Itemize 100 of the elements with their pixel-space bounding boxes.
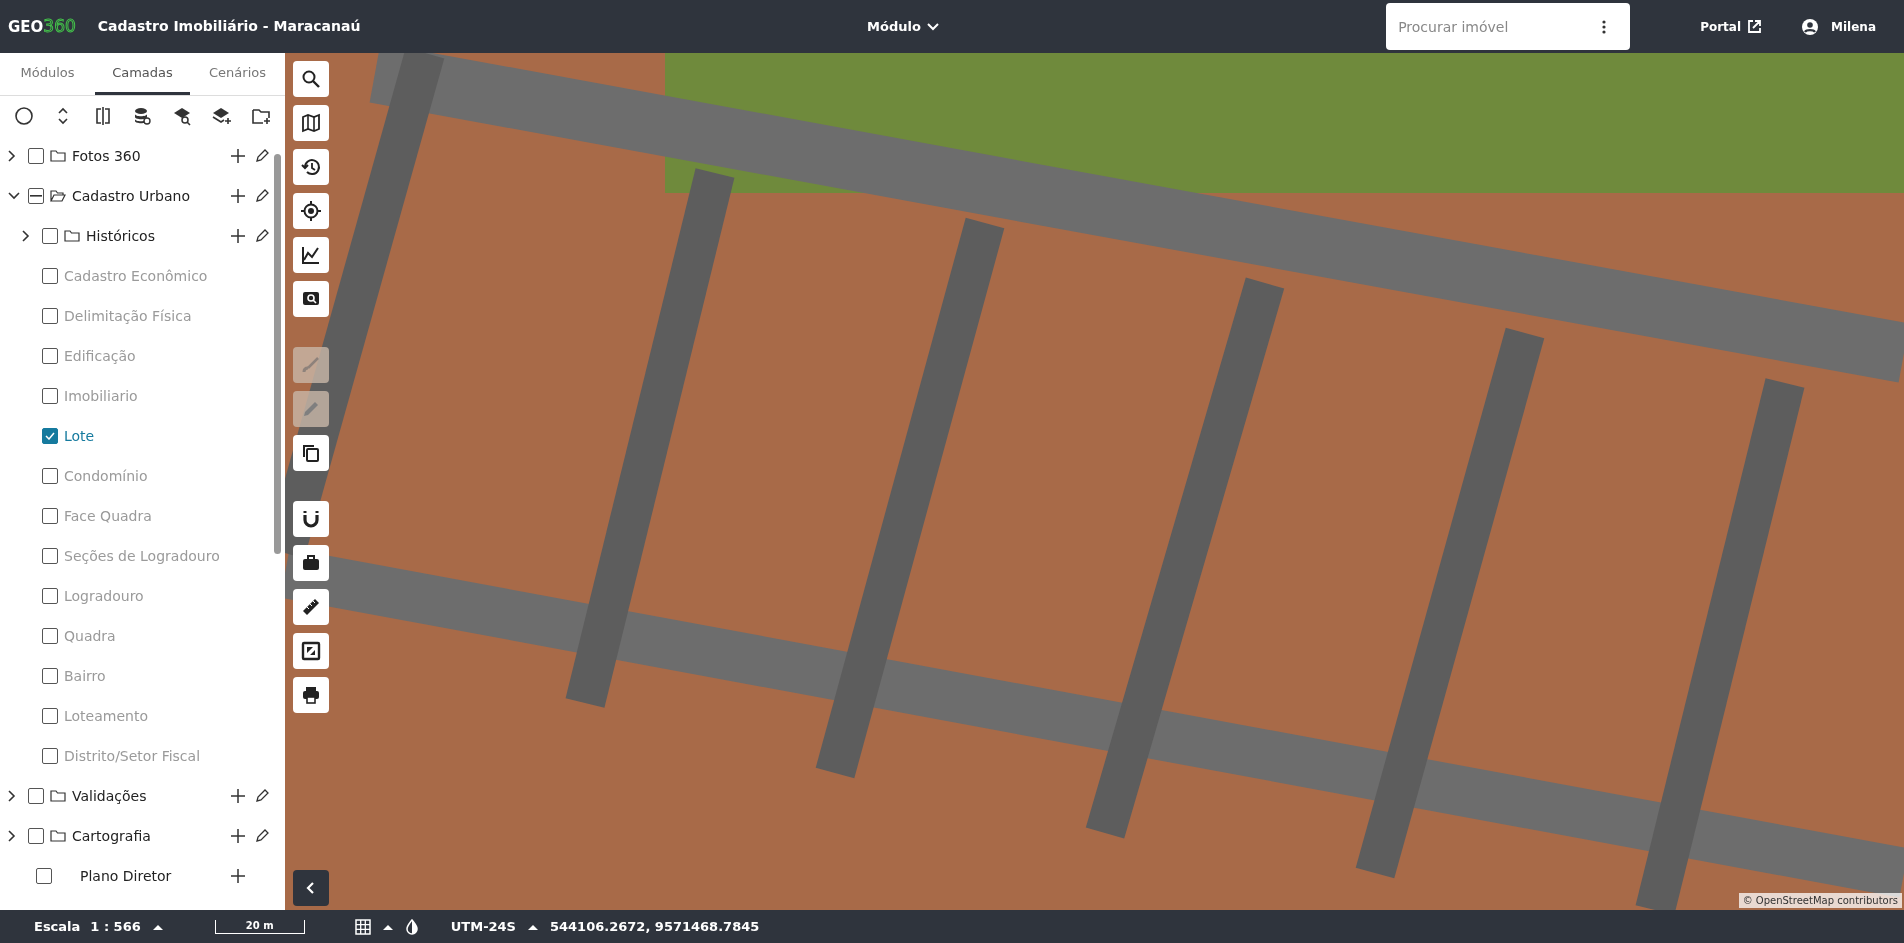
folder-add-icon[interactable] [251, 106, 272, 126]
checkbox[interactable] [28, 148, 44, 164]
add-icon[interactable] [231, 829, 245, 843]
layer-group-label[interactable]: Plano Diretor [58, 865, 223, 887]
edit-icon[interactable] [255, 229, 269, 243]
layer-label[interactable]: Cadastro Econômico [64, 265, 271, 287]
briefcase-icon [301, 553, 321, 573]
folder-icon [50, 149, 66, 163]
pencil-icon [301, 399, 321, 419]
search-field[interactable]: Procurar imóvel [1386, 3, 1631, 50]
checkbox[interactable] [42, 708, 58, 724]
layer-label[interactable]: Lote [64, 425, 271, 447]
briefcase-tool[interactable] [293, 545, 329, 581]
search-tool[interactable] [293, 61, 329, 97]
line-chart-tool[interactable] [293, 237, 329, 273]
magnet-icon [301, 509, 321, 529]
contrast-icon[interactable] [404, 918, 419, 935]
printer-tool[interactable] [293, 677, 329, 713]
checkbox[interactable] [42, 468, 58, 484]
checkbox[interactable] [42, 428, 58, 444]
checkmark-icon [45, 432, 55, 440]
extent-tool[interactable] [293, 633, 329, 669]
checkbox[interactable] [42, 348, 58, 364]
user-name[interactable]: Milena [1831, 17, 1876, 36]
module-dropdown[interactable]: Módulo [861, 15, 946, 38]
sidebar-tab[interactable]: Módulos [0, 53, 95, 95]
layer-group-label[interactable]: Fotos 360 [72, 145, 223, 167]
layer-label[interactable]: Seções de Logradouro [64, 545, 271, 567]
layer-label[interactable]: Condomínio [64, 465, 271, 487]
expand-toggle[interactable] [8, 192, 22, 200]
scale-value[interactable]: 1 : 566 [90, 916, 141, 937]
folder-icon [64, 229, 80, 243]
caret-up-icon[interactable] [152, 923, 163, 930]
database-icon[interactable] [132, 106, 153, 126]
user-icon[interactable] [1802, 18, 1819, 35]
layer-group-label[interactable]: Históricos [86, 225, 223, 247]
edit-icon[interactable] [255, 189, 269, 203]
checkbox[interactable] [42, 308, 58, 324]
checkbox[interactable] [42, 628, 58, 644]
copy-tool[interactable] [293, 435, 329, 471]
caret-up-icon[interactable] [528, 923, 538, 930]
checkbox[interactable] [42, 548, 58, 564]
zoom-box-tool[interactable] [293, 281, 329, 317]
edit-icon[interactable] [255, 789, 269, 803]
add-icon[interactable] [231, 189, 245, 203]
checkbox[interactable] [42, 388, 58, 404]
layer-label[interactable]: Edificação [64, 345, 271, 367]
edit-icon[interactable] [255, 149, 269, 163]
layer-label[interactable]: Delimitação Física [64, 305, 271, 327]
brush-icon [301, 355, 321, 375]
layer-label[interactable]: Bairro [64, 665, 271, 687]
layer-label[interactable]: Face Quadra [64, 505, 271, 527]
checkbox[interactable] [28, 828, 44, 844]
layer-search-icon[interactable] [172, 106, 193, 126]
extent-icon [301, 641, 321, 661]
layer-label[interactable]: Loteamento [64, 705, 271, 727]
layer-label[interactable]: Quadra [64, 625, 271, 647]
logo-text: GEO [8, 16, 44, 38]
copy-icon [301, 443, 321, 463]
layer-group-label[interactable]: Validações [72, 785, 223, 807]
checkbox[interactable] [36, 868, 52, 884]
checkbox[interactable] [42, 268, 58, 284]
magnet-tool[interactable] [293, 501, 329, 537]
layer-add-icon[interactable] [211, 106, 232, 126]
add-icon[interactable] [231, 869, 245, 883]
collapse-panel-button[interactable] [293, 870, 329, 906]
edit-icon[interactable] [255, 829, 269, 843]
checkbox[interactable] [28, 188, 44, 204]
printer-icon [301, 685, 321, 705]
ruler-icon [301, 597, 321, 617]
target-tool[interactable] [293, 193, 329, 229]
line-chart-icon [301, 245, 321, 265]
checkbox[interactable] [28, 788, 44, 804]
add-icon[interactable] [231, 229, 245, 243]
layer-group-label[interactable]: Cartografia [72, 825, 223, 847]
sidebar-tab[interactable]: Cenários [190, 53, 285, 95]
ruler-tool[interactable] [293, 589, 329, 625]
checkbox[interactable] [42, 668, 58, 684]
checkbox[interactable] [42, 588, 58, 604]
portal-link[interactable]: Portal [1700, 17, 1763, 36]
caret-up-icon[interactable] [382, 923, 393, 930]
layer-label[interactable]: Logradouro [64, 585, 271, 607]
add-icon[interactable] [231, 149, 245, 163]
map-tool[interactable] [293, 105, 329, 141]
map-attribution: © OpenStreetMap contributors [1738, 893, 1902, 908]
layer-group-label[interactable]: Cadastro Urbano [72, 185, 223, 207]
more-icon[interactable] [1602, 20, 1607, 34]
add-icon[interactable] [231, 789, 245, 803]
projection-label[interactable]: UTM-24S [450, 916, 516, 937]
grid-icon[interactable] [354, 918, 371, 935]
history-tool[interactable] [293, 149, 329, 185]
circle-icon[interactable] [13, 106, 34, 126]
checkbox[interactable] [42, 228, 58, 244]
layer-label[interactable]: Imobiliario [64, 385, 271, 407]
scale-bar: 20 m [214, 919, 305, 934]
checkbox[interactable] [42, 748, 58, 764]
layer-label[interactable]: Distrito/Setor Fiscal [64, 745, 271, 767]
sidebar-tab[interactable]: Camadas [95, 53, 190, 95]
checkbox[interactable] [42, 508, 58, 524]
history-icon [301, 157, 321, 177]
